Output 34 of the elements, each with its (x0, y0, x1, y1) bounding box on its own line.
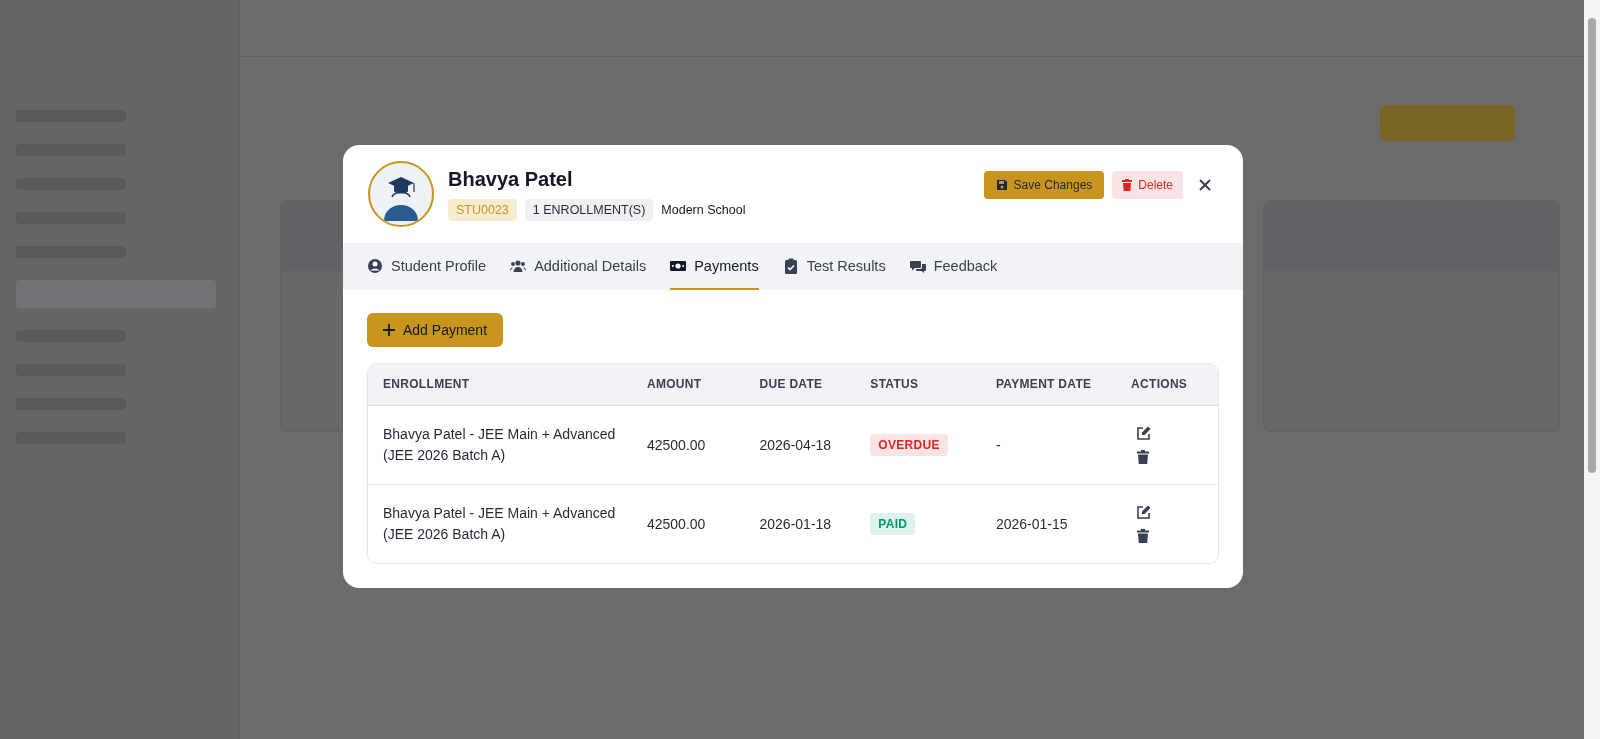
close-icon (1199, 179, 1211, 191)
column-header: ACTIONS (1116, 364, 1218, 406)
table-cell: 42500.00 (631, 484, 745, 563)
tab[interactable]: Student Profile (367, 243, 487, 290)
clipboard-check-icon (782, 257, 799, 274)
table-cell: 2026-01-15 (980, 484, 1117, 563)
table-cell: Bhavya Patel - JEE Main + Advanced (JEE 2026 Batch A) (368, 484, 632, 563)
status-badge: PAID (870, 513, 916, 535)
table-cell: 42500.00 (631, 405, 745, 485)
delete-button[interactable]: Delete (1112, 171, 1183, 199)
table-cell: 2026-04-18 (744, 405, 856, 485)
plus-icon (383, 324, 395, 336)
users-icon (510, 257, 527, 274)
status-badge: OVERDUE (870, 434, 948, 456)
tab[interactable]: Test Results (782, 243, 886, 290)
column-header: STATUS (855, 364, 981, 406)
table-cell: Bhavya Patel - JEE Main + Advanced (JEE 2026 Batch A) (368, 405, 632, 485)
enrollment-count-badge: 1 ENROLLMENT(S) (524, 198, 654, 221)
save-changes-button[interactable]: Save Changes (983, 171, 1105, 199)
add-payment-button[interactable]: Add Payment (367, 313, 504, 347)
tab[interactable]: Payments (670, 243, 759, 290)
table-cell: 2026-01-18 (744, 484, 856, 563)
student-name: Bhavya Patel (448, 167, 574, 191)
user-circle-icon (367, 257, 383, 274)
tab[interactable]: Feedback (909, 243, 998, 290)
column-header: DUE DATE (744, 364, 856, 406)
column-header: AMOUNT (631, 364, 745, 406)
trash-icon (1122, 179, 1133, 191)
tab[interactable]: Additional Details (510, 243, 647, 290)
table-cell: - (980, 405, 1117, 485)
column-header: PAYMENT DATE (980, 364, 1117, 406)
school-name: Modern School (661, 202, 746, 217)
column-header: ENROLLMENT (368, 364, 632, 406)
student-id-badge: STU0023 (448, 198, 517, 221)
